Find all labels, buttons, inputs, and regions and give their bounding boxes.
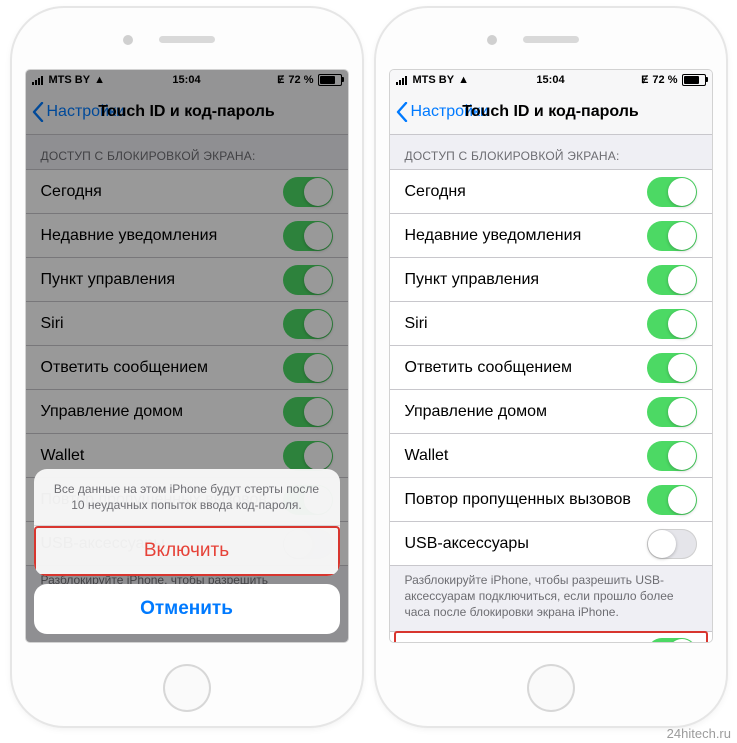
toggle-switch[interactable] [647, 353, 697, 383]
setting-label: Сегодня [405, 183, 647, 201]
setting-label: Повтор пропущенных вызовов [405, 491, 647, 509]
signal-bars-icon [396, 76, 407, 85]
erase-data-group: Стирание данных [390, 631, 712, 642]
toggle-switch[interactable] [647, 309, 697, 339]
modal-overlay: Все данные на этом iPhone будут стерты п… [26, 70, 348, 642]
setting-row[interactable]: Повтор пропущенных вызовов [390, 478, 712, 522]
erase-data-switch[interactable] [647, 638, 697, 642]
toggle-switch[interactable] [647, 441, 697, 471]
setting-row[interactable]: Управление домом [390, 390, 712, 434]
setting-label: Wallet [405, 447, 647, 465]
setting-label: Пункт управления [405, 271, 647, 289]
speaker-grille [159, 36, 215, 43]
setting-label: Управление домом [405, 403, 647, 421]
speaker-grille [523, 36, 579, 43]
action-sheet: Все данные на этом iPhone будут стерты п… [34, 469, 340, 576]
back-button[interactable]: Настройки [390, 102, 489, 122]
usb-footer: Разблокируйте iPhone, чтобы разрешить US… [390, 566, 712, 631]
home-button[interactable] [527, 664, 575, 712]
iphone-right: MTS BY ▲ 15:04 Ɇ 72 % Настройки Touch [376, 8, 726, 726]
settings-content: ДОСТУП С БЛОКИРОВКОЙ ЭКРАНА: Сегодня Неда… [390, 135, 712, 642]
setting-row[interactable]: Сегодня [390, 170, 712, 214]
setting-row[interactable]: USB-аксессуары [390, 522, 712, 565]
toggle-switch[interactable] [647, 397, 697, 427]
toggle-switch[interactable] [647, 221, 697, 251]
toggle-switch[interactable] [647, 485, 697, 515]
setting-row[interactable]: Недавние уведомления [390, 214, 712, 258]
back-label: Настройки [411, 103, 489, 121]
screen-right: MTS BY ▲ 15:04 Ɇ 72 % Настройки Touch [390, 70, 712, 642]
erase-data-row[interactable]: Стирание данных [390, 632, 712, 642]
setting-label: USB-аксессуары [405, 535, 647, 553]
setting-label: Ответить сообщением [405, 359, 647, 377]
action-sheet-cancel-button[interactable]: Отменить [34, 584, 340, 634]
nav-bar: Настройки Touch ID и код-пароль [390, 90, 712, 135]
carrier-label: MTS BY [413, 74, 455, 86]
front-camera [123, 35, 133, 45]
setting-row[interactable]: Ответить сообщением [390, 346, 712, 390]
action-sheet-message: Все данные на этом iPhone будут стерты п… [34, 469, 340, 526]
screen-left: MTS BY ▲ 15:04 Ɇ 72 % Настройки Touch [26, 70, 348, 642]
battery-pct-label: 72 % [652, 74, 677, 86]
watermark-label: 24hitech.ru [667, 726, 731, 741]
toggle-switch[interactable] [647, 529, 697, 559]
front-camera [487, 35, 497, 45]
setting-row[interactable]: Wallet [390, 434, 712, 478]
home-button[interactable] [163, 664, 211, 712]
setting-label: Siri [405, 315, 647, 333]
iphone-left: MTS BY ▲ 15:04 Ɇ 72 % Настройки Touch [12, 8, 362, 726]
setting-label: Недавние уведомления [405, 227, 647, 245]
lockscreen-access-group: Сегодня Недавние уведомления Пункт управле… [390, 169, 712, 566]
section-header: ДОСТУП С БЛОКИРОВКОЙ ЭКРАНА: [390, 135, 712, 169]
bluetooth-icon: Ɇ [641, 74, 648, 86]
toggle-switch[interactable] [647, 265, 697, 295]
setting-row[interactable]: Пункт управления [390, 258, 712, 302]
chevron-left-icon [396, 102, 408, 122]
toggle-switch[interactable] [647, 177, 697, 207]
wifi-icon: ▲ [458, 74, 469, 86]
setting-row[interactable]: Siri [390, 302, 712, 346]
status-bar: MTS BY ▲ 15:04 Ɇ 72 % [390, 70, 712, 90]
battery-icon [682, 74, 706, 86]
action-sheet-confirm-button[interactable]: Включить [34, 526, 340, 576]
